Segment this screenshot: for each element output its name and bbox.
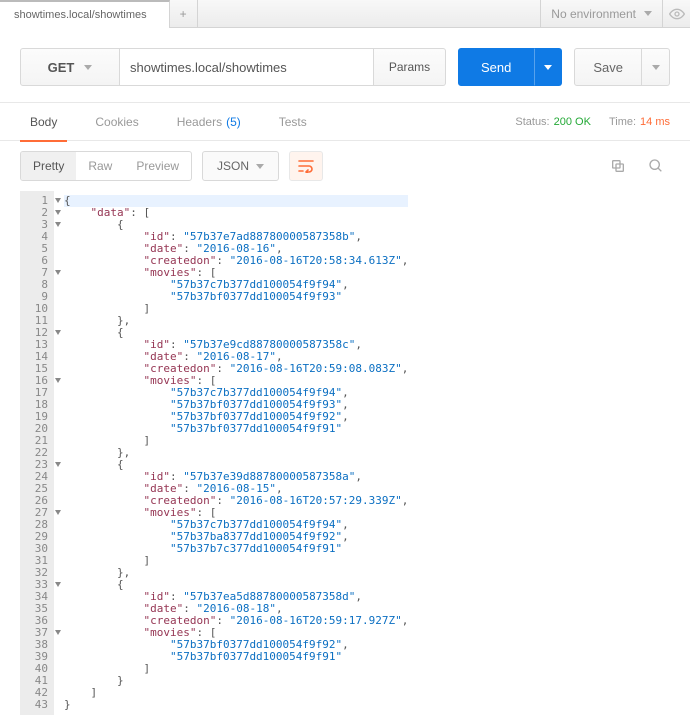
request-tab[interactable]: showtimes.local/showtimes bbox=[0, 0, 170, 28]
search-button[interactable] bbox=[642, 152, 670, 180]
tab-bar: showtimes.local/showtimes + No environme… bbox=[0, 0, 690, 28]
copy-icon bbox=[610, 158, 626, 174]
status-indicator: Status:200 OK bbox=[515, 116, 591, 128]
save-dropdown[interactable] bbox=[642, 48, 670, 86]
new-tab-button[interactable]: + bbox=[170, 0, 198, 28]
wrap-icon bbox=[298, 159, 314, 173]
view-mode-group: Pretty Raw Preview bbox=[20, 151, 192, 181]
body-toolbar: Pretty Raw Preview JSON bbox=[0, 141, 690, 191]
environment-selector[interactable]: No environment bbox=[540, 0, 662, 28]
chevron-down-icon bbox=[644, 11, 652, 16]
tab-cookies[interactable]: Cookies bbox=[85, 103, 148, 141]
code-content: { "data": [ { "id": "57b37e7ad8878000058… bbox=[54, 191, 408, 715]
method-selector[interactable]: GET bbox=[20, 48, 120, 86]
time-indicator: Time:14 ms bbox=[609, 116, 670, 128]
chevron-down-icon bbox=[84, 65, 92, 70]
response-body[interactable]: 1234567891011121314151617181920212223242… bbox=[0, 191, 690, 715]
view-preview[interactable]: Preview bbox=[124, 152, 191, 180]
format-selector[interactable]: JSON bbox=[202, 151, 279, 181]
copy-button[interactable] bbox=[604, 152, 632, 180]
params-button[interactable]: Params bbox=[374, 48, 446, 86]
method-label: GET bbox=[48, 60, 75, 75]
tab-title: showtimes.local/showtimes bbox=[14, 9, 147, 21]
tab-tests[interactable]: Tests bbox=[269, 103, 317, 141]
tab-body[interactable]: Body bbox=[20, 103, 67, 141]
chevron-down-icon bbox=[652, 65, 660, 70]
tab-headers[interactable]: Headers(5) bbox=[167, 103, 251, 141]
wrap-lines-button[interactable] bbox=[289, 151, 323, 181]
search-icon bbox=[648, 158, 664, 174]
request-bar: GET Params Send Save bbox=[20, 48, 670, 86]
view-raw[interactable]: Raw bbox=[76, 152, 124, 180]
url-input[interactable] bbox=[120, 48, 374, 86]
environment-label: No environment bbox=[551, 7, 636, 21]
view-pretty[interactable]: Pretty bbox=[21, 152, 76, 180]
line-gutter: 1234567891011121314151617181920212223242… bbox=[20, 191, 54, 715]
send-button[interactable]: Send bbox=[458, 48, 534, 86]
response-tabs: Body Cookies Headers(5) Tests Status:200… bbox=[0, 103, 690, 141]
send-dropdown[interactable] bbox=[534, 48, 562, 86]
chevron-down-icon bbox=[544, 65, 552, 70]
environment-quicklook-button[interactable] bbox=[662, 0, 690, 28]
save-button[interactable]: Save bbox=[574, 48, 642, 86]
chevron-down-icon bbox=[256, 164, 264, 169]
